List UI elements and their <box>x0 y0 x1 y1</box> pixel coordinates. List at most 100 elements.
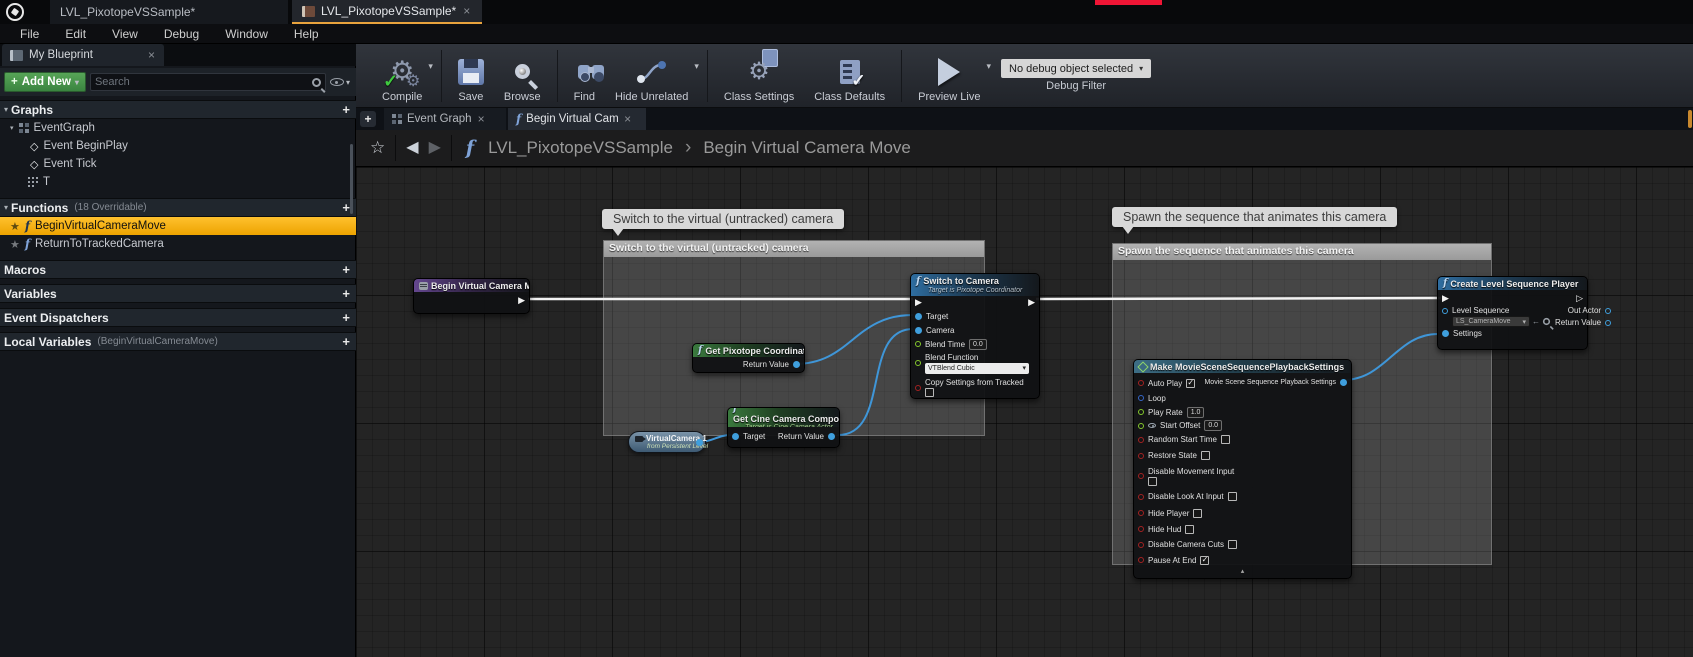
tree-item-beginvirtualcameramove-selected[interactable]: ★ f BeginVirtualCameraMove <box>0 217 356 235</box>
menu-edit[interactable]: Edit <box>53 27 98 41</box>
section-event-dispatchers[interactable]: Event Dispatchers + <box>0 308 356 327</box>
disable-camera-cuts-checkbox[interactable] <box>1228 540 1237 549</box>
visibility-filter-button[interactable]: ▾ <box>330 78 352 87</box>
close-icon[interactable]: × <box>147 49 156 61</box>
hide-unrelated-button[interactable]: Hide Unrelated <box>605 47 698 105</box>
blueprint-graph-canvas[interactable]: Switch to the virtual (untracked) camera… <box>356 167 1693 657</box>
add-new-button[interactable]: + Add New ▾ <box>4 72 86 92</box>
random-start-time-checkbox[interactable] <box>1221 435 1230 444</box>
collapse-advanced-icon[interactable]: ▴ <box>1134 568 1351 575</box>
section-functions[interactable]: ▾ Functions (18 Overridable) + <box>0 198 356 217</box>
tree-item-returntotrackedcamera[interactable]: ★ f ReturnToTrackedCamera <box>0 235 356 253</box>
disable-movement-input-pin[interactable] <box>1138 473 1144 479</box>
tree-item-event-tick[interactable]: ◇ Event Tick <box>0 155 356 173</box>
browse-to-asset-icon[interactable] <box>1543 318 1550 325</box>
add-variable-button[interactable]: + <box>342 286 350 301</box>
exec-in-pin[interactable]: ▶ <box>915 298 922 307</box>
comment-title[interactable]: Spawn the sequence that animates this ca… <box>1113 244 1491 260</box>
search-input[interactable] <box>95 76 312 88</box>
disable-movement-input-checkbox[interactable] <box>1148 477 1157 486</box>
find-button[interactable]: Find <box>564 47 605 105</box>
disable-camera-cuts-pin[interactable] <box>1138 542 1144 548</box>
compile-button[interactable]: ⚙ ⚙ ✓ Compile <box>372 47 432 105</box>
node-get-cine-camera-component[interactable]: f Get Cine Camera Component Target is Ci… <box>727 407 840 448</box>
exec-in-pin[interactable]: ▶ <box>1442 294 1449 303</box>
expander-icon[interactable]: ▾ <box>4 203 8 212</box>
asset-tab-2-active[interactable]: LVL_PixotopeVSSample* × <box>292 0 482 24</box>
pause-at-end-pin[interactable] <box>1138 557 1144 563</box>
auto-play-pin[interactable] <box>1138 380 1144 386</box>
close-icon[interactable]: × <box>462 5 471 17</box>
forward-icon[interactable]: ▶ <box>429 140 441 156</box>
tree-item-eventgraph[interactable]: ▾ EventGraph <box>0 119 356 137</box>
add-function-button[interactable]: + <box>342 200 350 215</box>
blend-time-input[interactable]: 0.0 <box>969 339 987 350</box>
out-actor-pin[interactable] <box>1605 308 1611 314</box>
node-make-playback-settings[interactable]: Make MovieSceneSequencePlaybackSettings … <box>1133 359 1352 579</box>
copy-settings-checkbox[interactable] <box>925 388 934 397</box>
sidebar-scrollbar[interactable] <box>350 144 353 214</box>
node-switch-to-camera[interactable]: f Switch to Camera Target is Pixotope Co… <box>910 273 1040 399</box>
start-offset-pin[interactable] <box>1138 423 1144 429</box>
auto-play-checkbox[interactable]: ✓ <box>1186 379 1195 388</box>
return-value-pin[interactable] <box>828 433 835 440</box>
comment-title[interactable]: Switch to the virtual (untracked) camera <box>604 241 984 257</box>
use-selected-asset-icon[interactable]: ← <box>1532 318 1540 326</box>
menu-debug[interactable]: Debug <box>152 27 211 41</box>
return-value-pin[interactable] <box>1605 320 1611 326</box>
section-local-variables[interactable]: Local Variables (BeginVirtualCameraMove)… <box>0 332 356 351</box>
browse-button[interactable]: Browse <box>494 47 551 105</box>
loop-pin[interactable] <box>1138 395 1144 401</box>
back-icon[interactable]: ◀ <box>406 140 418 156</box>
return-value-pin[interactable] <box>793 361 800 368</box>
breadcrumb-root[interactable]: LVL_PixotopeVSSample <box>488 138 673 158</box>
node-virtualcamera-1[interactable]: VirtualCamera 1 from Persistent Level <box>628 431 706 453</box>
hide-player-checkbox[interactable] <box>1193 509 1202 518</box>
node-begin-virtual-camera-move[interactable]: Begin Virtual Camera Move ▶ <box>413 278 530 314</box>
compile-options-dropdown[interactable]: ▾ <box>428 61 433 72</box>
expander-icon[interactable]: ▾ <box>4 105 8 114</box>
section-variables[interactable]: Variables + <box>0 284 356 303</box>
new-graph-tab-button[interactable]: + <box>360 111 376 127</box>
class-defaults-button[interactable]: ✓ Class Defaults <box>804 47 895 105</box>
level-sequence-asset-select[interactable]: LS_CameraMove ▾ <box>1452 316 1530 327</box>
section-graphs[interactable]: ▾ Graphs + <box>0 100 356 119</box>
restore-state-pin[interactable] <box>1138 453 1144 459</box>
add-macro-button[interactable]: + <box>342 262 350 277</box>
copy-settings-pin[interactable] <box>915 385 921 391</box>
play-rate-input[interactable]: 1.0 <box>1187 407 1205 418</box>
node-get-pixotope-coordinator[interactable]: f Get Pixotope Coordinator Return Value <box>692 343 805 373</box>
close-icon[interactable]: × <box>477 113 486 125</box>
settings-pin[interactable] <box>1442 330 1449 337</box>
camera-pin[interactable] <box>915 327 922 334</box>
restore-state-checkbox[interactable] <box>1201 451 1210 460</box>
target-pin[interactable] <box>915 313 922 320</box>
tree-item-t[interactable]: T <box>0 173 356 191</box>
target-pin[interactable] <box>732 433 739 440</box>
favorite-star-icon[interactable]: ☆ <box>370 138 385 158</box>
actor-out-pin[interactable] <box>696 439 703 446</box>
exec-out-pin[interactable]: ▷ <box>1576 294 1583 303</box>
hide-unrelated-options-dropdown[interactable]: ▾ <box>694 61 699 72</box>
close-icon[interactable]: × <box>623 113 632 125</box>
section-macros[interactable]: Macros + <box>0 260 356 279</box>
unreal-logo-icon[interactable] <box>6 3 24 21</box>
menu-file[interactable]: File <box>8 27 51 41</box>
playback-settings-out-pin[interactable] <box>1340 379 1347 386</box>
expander-icon[interactable]: ▾ <box>10 124 14 132</box>
pause-at-end-checkbox[interactable]: ✓ <box>1200 556 1209 565</box>
blend-time-pin[interactable] <box>915 341 921 347</box>
hide-player-pin[interactable] <box>1138 510 1144 516</box>
blend-function-select[interactable]: VTBlend Cubic ▾ <box>925 363 1029 374</box>
menu-help[interactable]: Help <box>282 27 331 41</box>
debug-object-select[interactable]: No debug object selected ▾ <box>1001 59 1151 78</box>
add-local-variable-button[interactable]: + <box>342 334 350 349</box>
preview-live-options-dropdown[interactable]: ▾ <box>986 61 991 72</box>
class-settings-button[interactable]: ⚙ Class Settings <box>714 47 804 105</box>
menu-window[interactable]: Window <box>213 27 280 41</box>
disable-look-at-input-pin[interactable] <box>1138 494 1144 500</box>
start-offset-input[interactable]: 0.0 <box>1204 420 1222 431</box>
node-create-level-sequence-player[interactable]: f Create Level Sequence Player ▶ ▷ Level… <box>1437 276 1588 350</box>
hide-hud-checkbox[interactable] <box>1185 525 1194 534</box>
asset-tab-1[interactable]: LVL_PixotopeVSSample* <box>50 0 288 24</box>
